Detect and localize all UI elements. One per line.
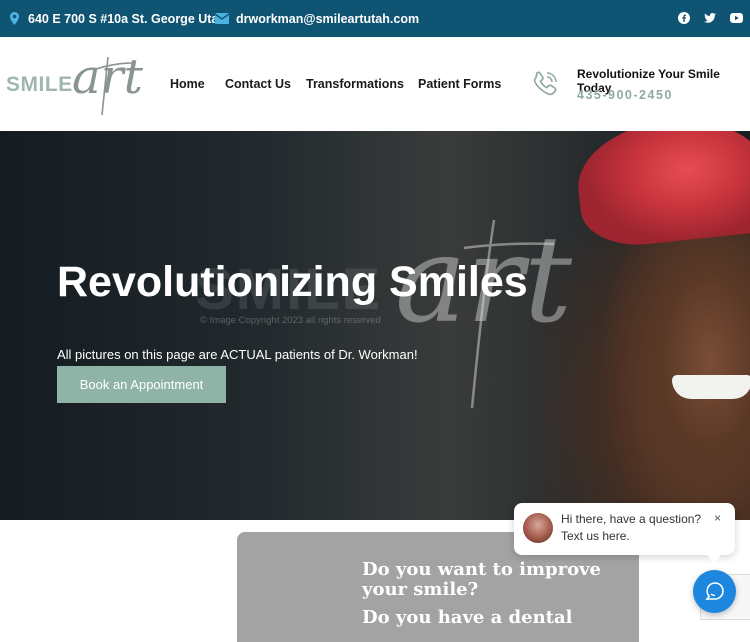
question-improve-smile: Do you want to improve your smile?	[362, 559, 601, 600]
hero-photo-cap	[572, 131, 750, 251]
hero-title: Revolutionizing Smiles	[57, 258, 528, 306]
nav-patient-forms[interactable]: Patient Forms	[418, 77, 501, 91]
twitter-icon[interactable]	[703, 11, 717, 25]
close-icon[interactable]: ×	[714, 511, 721, 525]
chat-popup[interactable]: Hi there, have a question? Text us here.…	[514, 503, 735, 555]
cta-phone-number[interactable]: 435-900-2450	[577, 88, 673, 102]
email-link[interactable]: drworkman@smileartutah.com	[215, 0, 419, 37]
chat-open-button[interactable]	[693, 570, 736, 613]
envelope-icon	[215, 13, 229, 24]
address-link[interactable]: 640 E 700 S #10a St. George Utah	[10, 0, 226, 37]
youtube-icon[interactable]	[729, 11, 743, 25]
nav-home[interactable]: Home	[170, 77, 205, 91]
chat-line-2: Text us here.	[561, 529, 630, 543]
site-header: SMILE art Home Contact Us Transformation…	[0, 37, 750, 131]
email-text: drworkman@smileartutah.com	[236, 11, 420, 26]
logo-word-smile: SMILE	[6, 73, 73, 96]
phone-icon	[531, 70, 559, 98]
watermark-stroke-icon	[463, 219, 555, 409]
chat-line-1: Hi there, have a question?	[561, 512, 702, 526]
hero-banner: SMILE art © Image Copyright 2023 all rig…	[0, 131, 750, 520]
hero-subtitle: All pictures on this page are ACTUAL pat…	[57, 347, 418, 362]
chat-message: Hi there, have a question? Text us here.	[561, 511, 701, 545]
chat-popup-tail	[706, 554, 722, 563]
logo-stroke-icon	[95, 56, 133, 115]
question-dental: Do you have a dental	[362, 607, 573, 628]
nav-contact-us[interactable]: Contact Us	[225, 77, 291, 91]
chat-icon	[704, 581, 724, 600]
watermark-copyright: © Image Copyright 2023 all rights reserv…	[200, 315, 381, 326]
book-appointment-button[interactable]: Book an Appointment	[57, 366, 226, 403]
nav-transformations[interactable]: Transformations	[306, 77, 404, 91]
logo[interactable]: SMILE art	[6, 51, 143, 119]
map-pin-icon	[10, 12, 19, 25]
hero-photo-smile	[672, 375, 750, 399]
avatar	[523, 513, 553, 543]
facebook-icon[interactable]	[677, 11, 691, 25]
top-bar: 640 E 700 S #10a St. George Utah drworkm…	[0, 0, 750, 37]
address-text: 640 E 700 S #10a St. George Utah	[28, 11, 227, 26]
